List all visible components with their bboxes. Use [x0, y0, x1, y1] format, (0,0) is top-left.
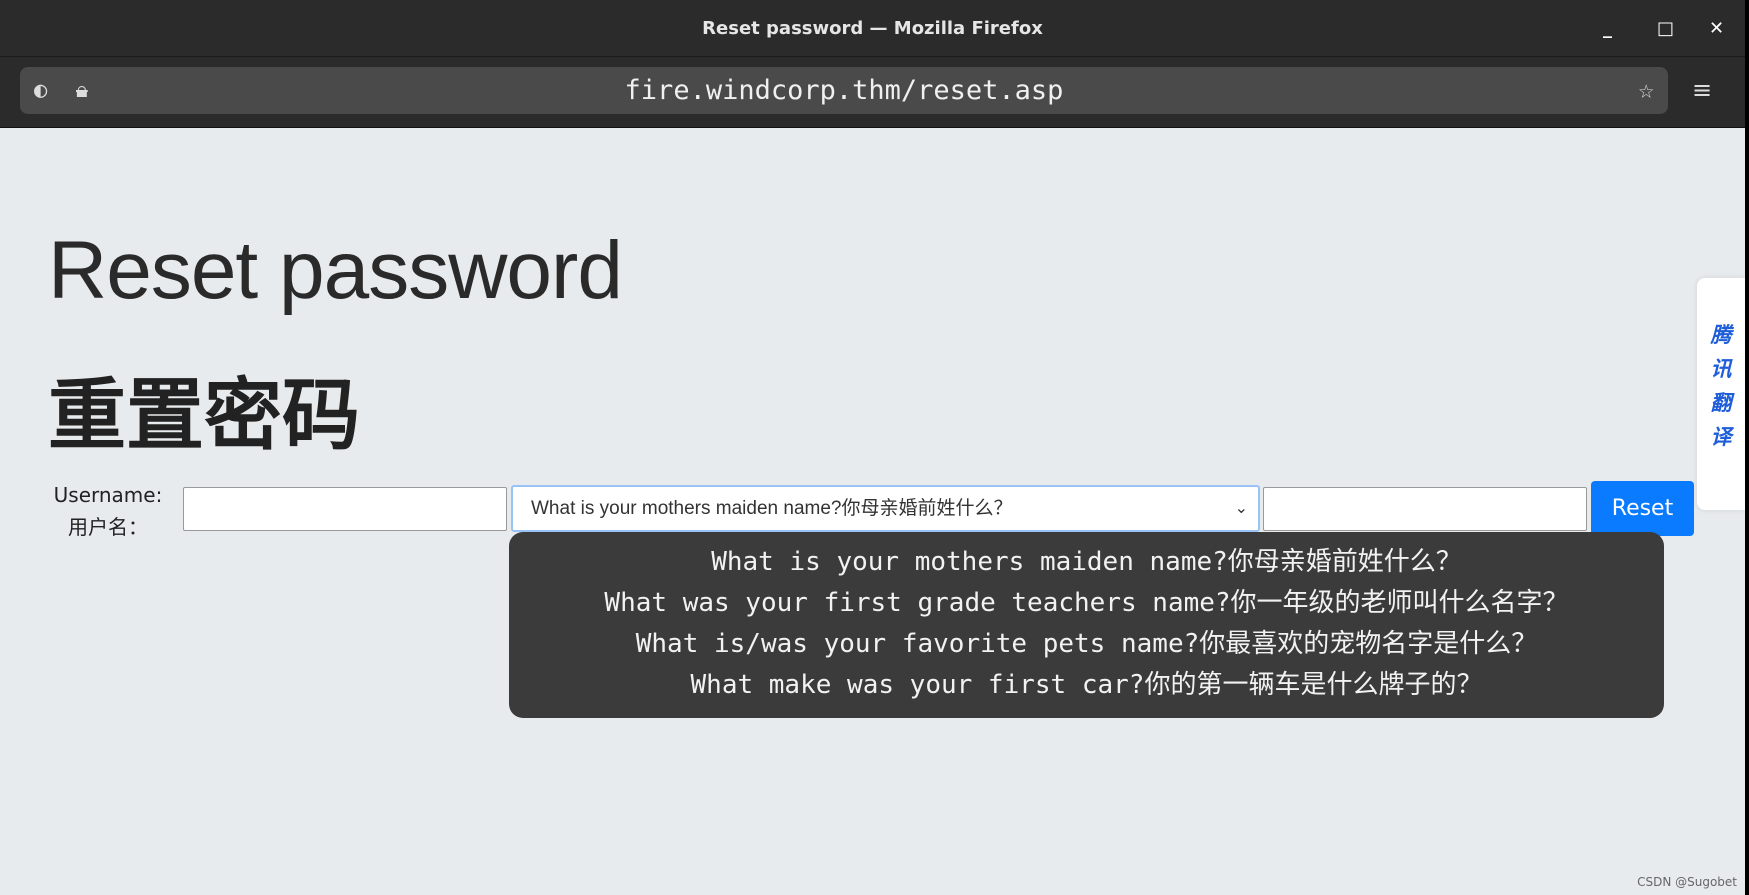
translator-char: 译: [1710, 425, 1732, 449]
tooltip-line: What was your first grade teachers name?…: [604, 588, 1569, 618]
username-input[interactable]: [183, 487, 507, 531]
title-bar: Reset password — Mozilla Firefox _ □ ✕: [0, 0, 1745, 57]
page-content: Reset password 重置密码 Username: 用户名： What …: [0, 128, 1745, 895]
nav-bar: ◐ 🔒︎ fire.windcorp.thm/reset.asp ☆ ≡: [0, 57, 1745, 128]
question-tooltip: What is your mothers maiden name?你母亲婚前姓什…: [509, 532, 1664, 718]
minimize-icon[interactable]: _: [1603, 0, 1612, 57]
menu-icon[interactable]: ≡: [1692, 67, 1712, 114]
translator-char: 腾: [1710, 323, 1732, 347]
reset-button[interactable]: Reset: [1591, 481, 1694, 536]
selected-question: What is your mothers maiden name?你母亲婚前姓什…: [531, 498, 1013, 519]
tooltip-line: What is/was your favorite pets name?你最喜欢…: [635, 629, 1538, 659]
shield-icon[interactable]: ◐: [34, 67, 47, 114]
answer-input[interactable]: [1263, 487, 1587, 531]
translator-tab[interactable]: 腾 讯 翻 译: [1697, 278, 1745, 510]
browser-window: Reset password — Mozilla Firefox _ □ ✕ ◐…: [0, 0, 1745, 895]
chevron-down-icon: ⌄: [1234, 500, 1248, 517]
watermark: CSDN @Sugobet: [1637, 875, 1737, 889]
translator-char: 翻: [1710, 391, 1732, 415]
url-text[interactable]: fire.windcorp.thm/reset.asp: [625, 75, 1064, 106]
page-title-cn: 重置密码: [48, 371, 361, 461]
page-title: Reset password: [48, 225, 623, 316]
lock-slash-icon[interactable]: 🔒︎: [76, 67, 88, 114]
window-title: Reset password — Mozilla Firefox: [702, 18, 1043, 39]
tooltip-line: What make was your first car?你的第一辆车是什么牌子…: [690, 670, 1483, 700]
username-label-cn: 用户名：: [68, 515, 148, 539]
close-icon[interactable]: ✕: [1709, 0, 1724, 57]
security-question-select[interactable]: What is your mothers maiden name?你母亲婚前姓什…: [511, 485, 1260, 532]
maximize-icon[interactable]: □: [1657, 0, 1674, 57]
star-icon[interactable]: ☆: [1638, 67, 1654, 114]
username-label: Username: 用户名：: [44, 479, 172, 543]
tooltip-line: What is your mothers maiden name?你母亲婚前姓什…: [711, 547, 1462, 577]
url-bar[interactable]: ◐ 🔒︎ fire.windcorp.thm/reset.asp ☆: [20, 67, 1668, 114]
username-label-en: Username:: [53, 483, 163, 507]
translator-char: 讯: [1710, 357, 1732, 381]
